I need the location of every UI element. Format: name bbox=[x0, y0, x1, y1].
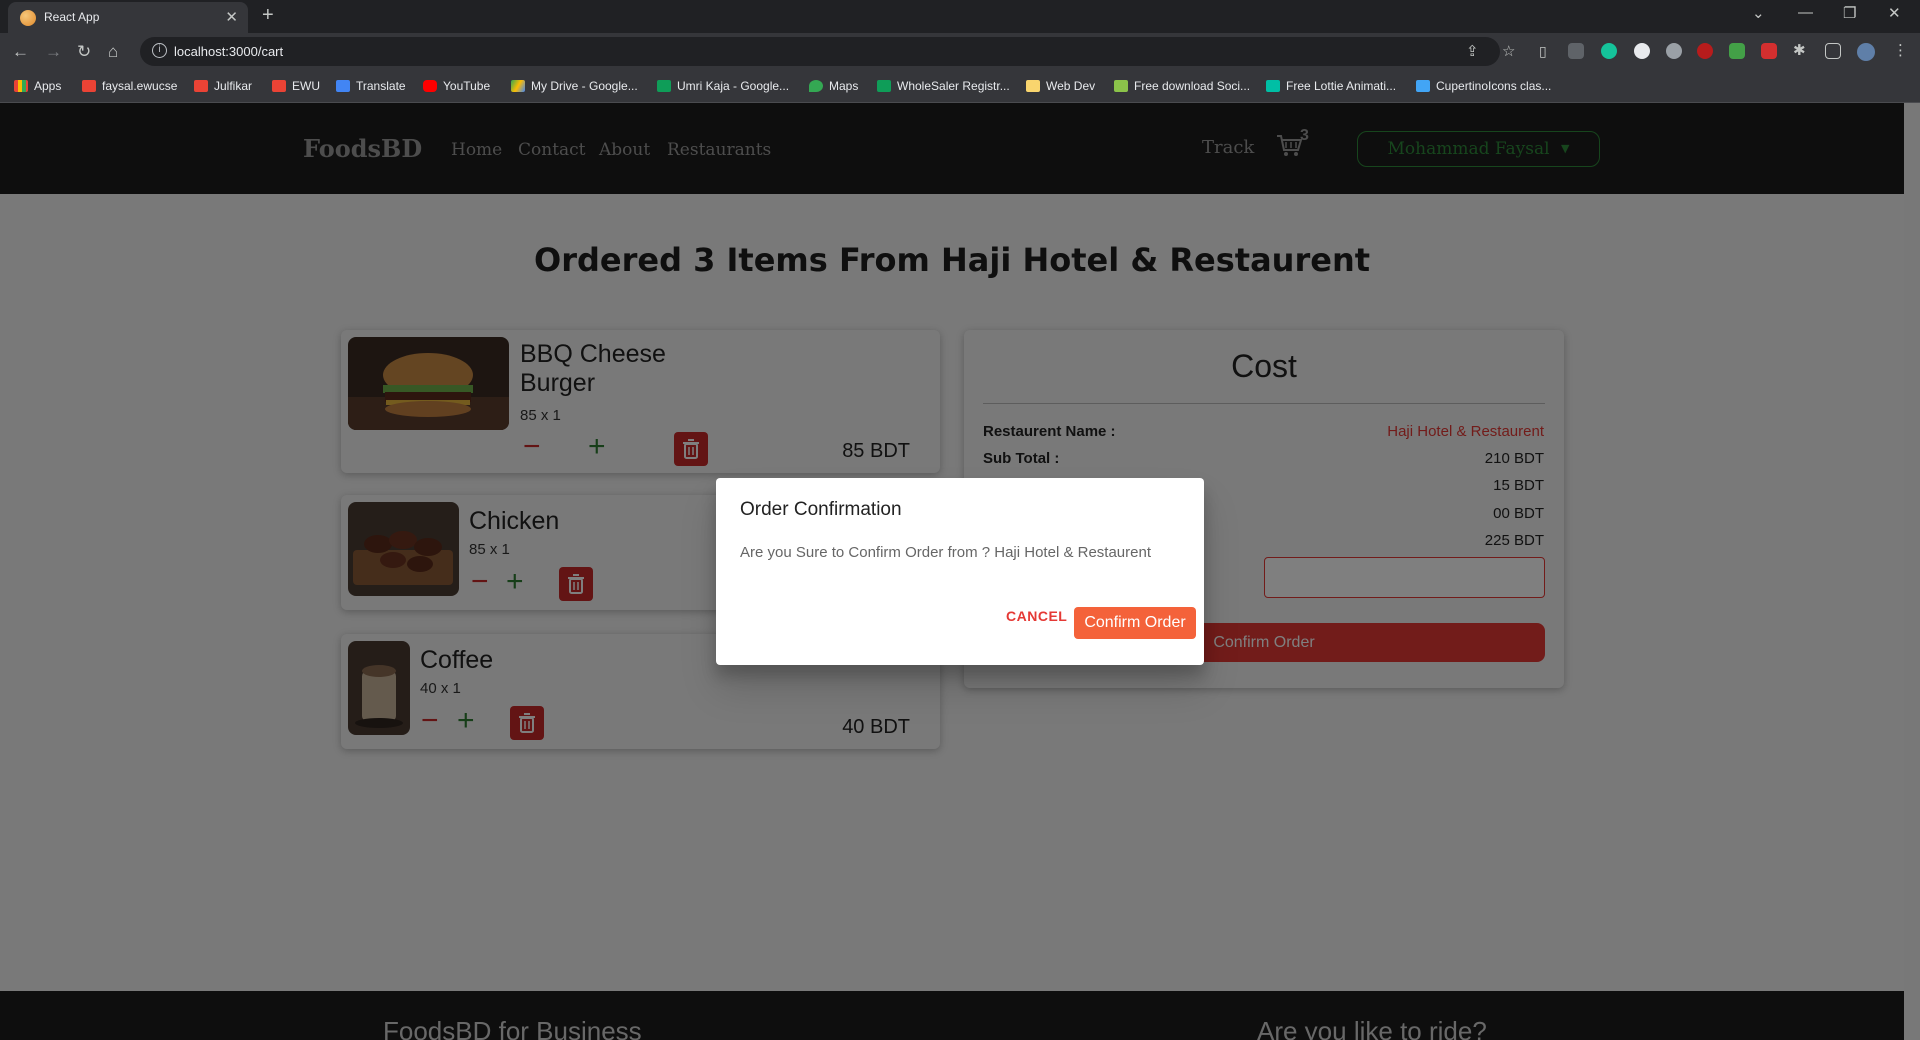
new-tab-icon[interactable]: + bbox=[262, 4, 274, 27]
gmail-icon bbox=[272, 80, 286, 92]
google-drive-icon bbox=[511, 80, 525, 92]
bookmark-item[interactable]: Translate bbox=[336, 79, 406, 93]
flutter-icon bbox=[1416, 80, 1430, 92]
translate-icon bbox=[336, 80, 350, 92]
google-sheets-icon bbox=[657, 80, 671, 92]
bookmark-item[interactable]: YouTube bbox=[423, 79, 490, 93]
shield-extension-icon[interactable] bbox=[1729, 43, 1745, 59]
bookmark-item[interactable]: CupertinoIcons clas... bbox=[1416, 79, 1551, 93]
url-text[interactable]: localhost:3000/cart bbox=[174, 44, 283, 59]
browser-chrome: React App ✕ + ⌄ — ❐ ✕ ← → ↻ ⌂ i localhos… bbox=[0, 0, 1920, 103]
bookmark-item[interactable]: WholeSaler Registr... bbox=[877, 79, 1010, 93]
folder-icon bbox=[1026, 80, 1040, 92]
side-panel-icon[interactable] bbox=[1825, 43, 1841, 59]
bookmarks-bar: Apps faysal.ewucse Julfikar EWU Translat… bbox=[0, 71, 1920, 103]
cancel-button[interactable]: CANCEL bbox=[1006, 608, 1067, 624]
back-icon[interactable]: ← bbox=[12, 42, 29, 62]
bookmark-item[interactable]: Umri Kaja - Google... bbox=[657, 79, 789, 93]
order-confirmation-dialog: Order Confirmation Are you Sure to Confi… bbox=[716, 478, 1204, 665]
browser-tab[interactable]: React App ✕ bbox=[8, 2, 248, 33]
maps-pin-icon bbox=[809, 80, 823, 92]
pen-extension-icon[interactable] bbox=[1568, 43, 1584, 59]
red-extension-icon[interactable] bbox=[1761, 43, 1777, 59]
close-tab-icon[interactable]: ✕ bbox=[225, 8, 238, 26]
grammarly-extension-icon[interactable] bbox=[1601, 43, 1617, 59]
reader-icon[interactable]: ▯ bbox=[1539, 43, 1547, 60]
bookmark-item[interactable]: faysal.ewucse bbox=[82, 79, 177, 93]
bookmark-apps[interactable]: Apps bbox=[14, 79, 61, 93]
reload-icon[interactable]: ↻ bbox=[77, 42, 91, 62]
address-bar[interactable]: i localhost:3000/cart ⇪ ☆ bbox=[140, 37, 1515, 66]
restore-icon[interactable]: ❐ bbox=[1843, 4, 1856, 22]
menu-kebab-icon[interactable]: ⋮ bbox=[1893, 41, 1909, 59]
google-sheets-icon bbox=[877, 80, 891, 92]
bookmark-item[interactable]: Free Lottie Animati... bbox=[1266, 79, 1396, 93]
apps-grid-icon bbox=[14, 80, 28, 92]
profile-avatar-icon[interactable] bbox=[1857, 43, 1875, 61]
browser-toolbar: ← → ↻ ⌂ i localhost:3000/cart ⇪ ☆ ▯ bbox=[0, 33, 1920, 71]
bookmark-star-icon[interactable]: ☆ bbox=[1502, 42, 1515, 60]
tab-strip: React App ✕ + ⌄ — ❐ ✕ bbox=[0, 0, 1920, 33]
clock-extension-icon[interactable] bbox=[1634, 43, 1650, 59]
bookmark-item[interactable]: My Drive - Google... bbox=[511, 79, 638, 93]
youtube-icon bbox=[423, 80, 437, 92]
dialog-confirm-order-button[interactable]: Confirm Order bbox=[1074, 607, 1196, 639]
lottie-icon bbox=[1266, 80, 1280, 92]
dialog-title: Order Confirmation bbox=[740, 499, 902, 520]
leaf-icon bbox=[1114, 80, 1128, 92]
gmail-icon bbox=[194, 80, 208, 92]
minimize-icon[interactable]: — bbox=[1798, 4, 1813, 21]
ublock-extension-icon[interactable] bbox=[1697, 43, 1713, 59]
cloud-extension-icon[interactable] bbox=[1666, 43, 1682, 59]
extensions-puzzle-icon[interactable]: ✱ bbox=[1793, 41, 1809, 59]
tab-search-icon[interactable]: ⌄ bbox=[1752, 4, 1765, 22]
bookmark-item[interactable]: EWU bbox=[272, 79, 320, 93]
share-icon[interactable]: ⇪ bbox=[1466, 42, 1479, 60]
bookmark-item[interactable]: Free download Soci... bbox=[1114, 79, 1250, 93]
bookmark-item[interactable]: Maps bbox=[809, 79, 858, 93]
tab-title: React App bbox=[44, 10, 100, 24]
react-favicon-icon bbox=[20, 10, 36, 26]
site-info-icon[interactable]: i bbox=[152, 43, 167, 58]
forward-icon[interactable]: → bbox=[45, 42, 62, 62]
bookmark-item[interactable]: Julfikar bbox=[194, 79, 252, 93]
gmail-icon bbox=[82, 80, 96, 92]
home-icon[interactable]: ⌂ bbox=[108, 42, 118, 62]
bookmark-item[interactable]: Web Dev bbox=[1026, 79, 1095, 93]
dialog-message: Are you Sure to Confirm Order from ? Haj… bbox=[740, 544, 1151, 561]
close-window-icon[interactable]: ✕ bbox=[1888, 4, 1901, 22]
